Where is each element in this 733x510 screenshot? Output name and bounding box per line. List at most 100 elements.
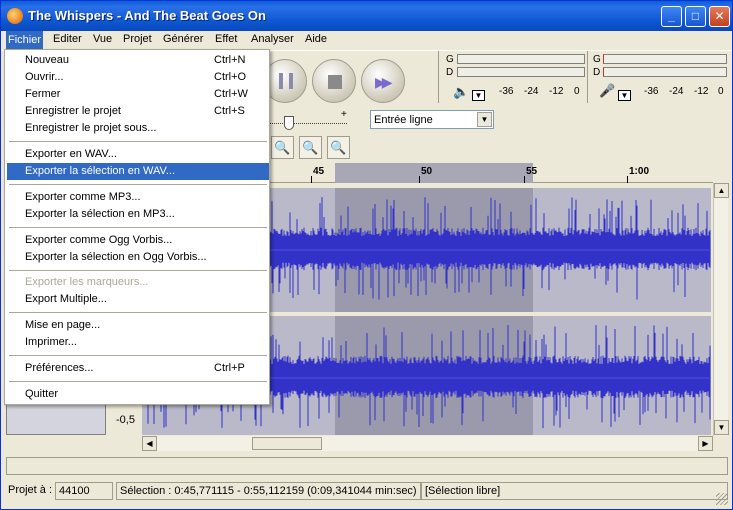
menu-exporter-selection-mp3[interactable]: Exporter la sélection en MP3... [7, 206, 269, 223]
menu-separator [9, 312, 267, 313]
menu-item-label: Quitter [25, 388, 59, 400]
stop-icon [328, 75, 342, 89]
ruler-label-50: 50 [421, 166, 433, 177]
menu-item-label: Exporter les marqueurs... [25, 276, 149, 288]
playback-scale-0: 0 [574, 86, 580, 97]
menu-projet[interactable]: Projet [123, 33, 152, 45]
ruler-label-55: 55 [526, 166, 538, 177]
stop-button[interactable] [312, 59, 356, 103]
horizontal-scrollbar[interactable]: ◀ ▶ [142, 436, 713, 451]
scroll-left-button[interactable]: ◀ [142, 436, 157, 451]
menu-exporter-wav[interactable]: Exporter en WAV... [7, 146, 269, 163]
skip-to-end-button[interactable]: ▶▶ [361, 59, 405, 103]
menu-fichier[interactable]: Fichier [6, 31, 44, 49]
menu-item-label: Mise en page... [25, 319, 101, 331]
record-right-level [603, 67, 727, 77]
menu-item-label: Ouvrir... [25, 71, 64, 83]
minimize-button[interactable]: _ [661, 6, 682, 27]
menu-separator [9, 381, 267, 382]
fit-project-icon: 🔍 [330, 140, 347, 155]
menu-item-label: Exporter en WAV... [25, 148, 117, 160]
menu-item-label: Enregistrer le projet sous... [25, 122, 157, 134]
close-button[interactable]: ✕ [709, 6, 730, 27]
horizontal-scroll-thumb[interactable] [252, 437, 322, 450]
record-meter-menu-button[interactable]: ▼ [618, 90, 631, 101]
menu-item-label: Exporter comme MP3... [25, 191, 141, 203]
menu-imprimer[interactable]: Imprimer... [7, 334, 269, 351]
menu-editer[interactable]: Editer [53, 33, 82, 45]
menu-item-label: Nouveau [25, 54, 70, 66]
zoom-out-icon: 🔍 [274, 140, 291, 155]
menu-export-multiple[interactable]: Export Multiple... [7, 291, 269, 308]
zoom-out-button[interactable]: 🔍 [271, 136, 294, 159]
menu-item-label: Exporter la sélection en MP3... [25, 208, 175, 220]
menu-analyser[interactable]: Analyser [251, 33, 294, 45]
skip-to-end-icon: ▶▶ [375, 74, 392, 90]
input-source-value: Entrée ligne [374, 114, 433, 126]
menu-item-shortcut: Ctrl+N [214, 54, 246, 66]
menu-item-label: Imprimer... [25, 336, 77, 348]
menu-exporter-selection-wav[interactable]: Exporter la sélection en WAV... [7, 163, 269, 180]
record-right-channel-label: D [593, 67, 601, 78]
menu-exporter-ogg[interactable]: Exporter comme Ogg Vorbis... [7, 232, 269, 249]
menu-enregistrer-projet[interactable]: Enregistrer le projet Ctrl+S [7, 103, 269, 120]
maximize-button[interactable]: □ [685, 6, 706, 27]
record-scale-36: -36 [644, 86, 659, 97]
file-menu-dropdown: Nouveau Ctrl+N Ouvrir... Ctrl+O Fermer Ctrl… [4, 49, 270, 405]
menu-enregistrer-projet-sous[interactable]: Enregistrer le projet sous... [7, 120, 269, 137]
menu-exporter-marqueurs: Exporter les marqueurs... [7, 274, 269, 291]
menu-item-label: Exporter comme Ogg Vorbis... [25, 234, 173, 246]
project-rate-field[interactable]: 44100 [55, 482, 113, 500]
menu-exporter-selection-ogg[interactable]: Exporter la sélection en Ogg Vorbis... [7, 249, 269, 266]
ruler-label-1-00: 1:00 [629, 166, 650, 177]
volume-slider-thumb[interactable] [284, 116, 294, 130]
menu-vue[interactable]: Vue [93, 33, 112, 45]
menu-separator [9, 270, 267, 271]
menu-aide[interactable]: Aide [305, 33, 327, 45]
menu-bar: Fichier Editer Vue Projet Générer Effet … [1, 31, 732, 50]
menu-exporter-mp3[interactable]: Exporter comme MP3... [7, 189, 269, 206]
scroll-up-button[interactable]: ▲ [714, 183, 729, 198]
slider-plus-label: + [341, 109, 347, 120]
playback-meter-menu-button[interactable]: ▼ [472, 90, 485, 101]
scroll-down-button[interactable]: ▼ [714, 420, 729, 435]
pause-icon [279, 73, 293, 89]
menu-generer[interactable]: Générer [163, 33, 203, 45]
menu-item-label: Préférences... [25, 362, 94, 374]
menu-quitter[interactable]: Quitter [7, 386, 269, 403]
fit-selection-button[interactable]: 🔍 [299, 136, 322, 159]
menu-nouveau[interactable]: Nouveau Ctrl+N [7, 52, 269, 69]
playback-right-level [457, 67, 585, 77]
volume-slider-track [269, 123, 347, 124]
fit-project-button[interactable]: 🔍 [327, 136, 350, 159]
menu-preferences[interactable]: Préférences... Ctrl+P [7, 360, 269, 377]
menu-separator [9, 227, 267, 228]
selection-mode: [Sélection libre] [421, 482, 728, 500]
ruler-tick [311, 176, 312, 183]
menu-separator [9, 184, 267, 185]
menu-item-label: Fermer [25, 88, 61, 100]
fit-selection-icon: 🔍 [302, 140, 319, 155]
menu-ouvrir[interactable]: Ouvrir... Ctrl+O [7, 69, 269, 86]
menu-mise-en-page[interactable]: Mise en page... [7, 317, 269, 334]
audacity-app-icon [7, 8, 23, 24]
playback-right-channel-label: D [446, 67, 454, 78]
status-bar-top [6, 457, 728, 475]
chevron-down-icon[interactable]: ▼ [477, 112, 492, 127]
menu-item-shortcut: Ctrl+P [214, 362, 245, 374]
resize-grip[interactable] [716, 493, 728, 505]
ruler-label-45: 45 [313, 166, 325, 177]
vertical-scrollbar[interactable]: ▲ ▼ [713, 183, 729, 436]
playback-scale-12: -12 [549, 86, 564, 97]
microphone-icon: 🎤 [599, 83, 616, 98]
menu-item-label: Export Multiple... [25, 293, 107, 305]
scroll-right-button[interactable]: ▶ [698, 436, 713, 451]
menu-fermer[interactable]: Fermer Ctrl+W [7, 86, 269, 103]
playback-left-channel-label: G [446, 54, 454, 65]
window-title: The Whispers - And The Beat Goes On [28, 8, 266, 23]
title-bar[interactable]: The Whispers - And The Beat Goes On _ □ … [1, 1, 732, 31]
status-bar: Projet à : 44100 Sélection : 0:45,771115… [1, 481, 732, 501]
input-source-select[interactable]: Entrée ligne ▼ [370, 110, 494, 129]
menu-effet[interactable]: Effet [215, 33, 237, 45]
ruler-tick [524, 176, 525, 183]
